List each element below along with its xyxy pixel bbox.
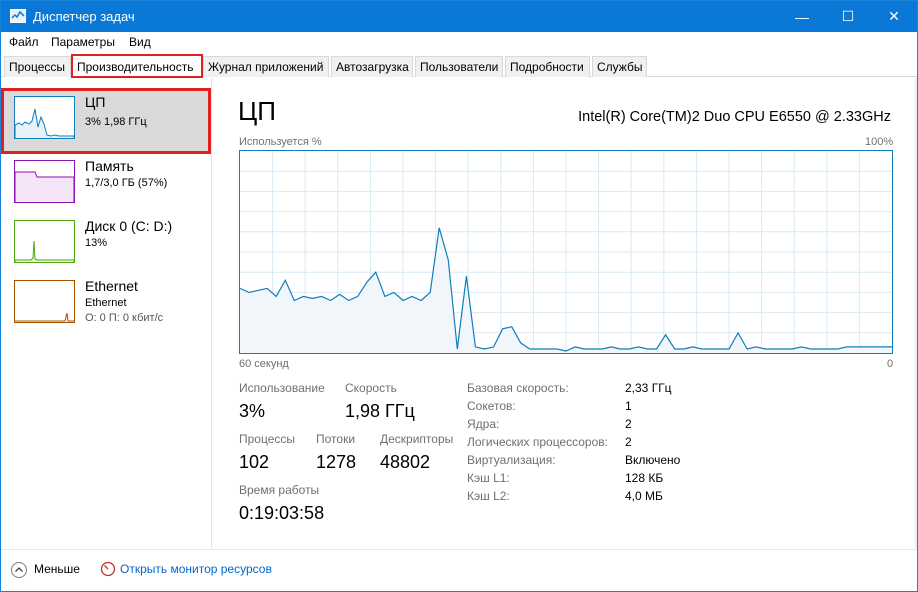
graph-y-label: Используется % (239, 136, 322, 148)
sidebar-ethernet-title: Ethernet (85, 278, 138, 294)
tab-details[interactable]: Подробности (505, 56, 590, 77)
ethernet-thumbnail (14, 280, 75, 323)
resource-sidebar: ЦП 3% 1,98 ГГц Память 1,7/3,0 ГБ (57%) Д… (1, 78, 212, 548)
uptime-label: Время работы (239, 483, 320, 497)
sidebar-ethernet-throughput: О: 0 П: 0 кбит/с (85, 312, 164, 324)
sidebar-item-ethernet[interactable]: Ethernet Ethernet О: 0 П: 0 кбит/с (1, 272, 211, 342)
tab-processes[interactable]: Процессы (4, 56, 71, 77)
task-manager-window: Диспетчер задач — ☐ ✕ Файл Параметры Вид… (0, 0, 918, 592)
minimize-icon: — (795, 8, 809, 25)
sidebar-item-memory[interactable]: Память 1,7/3,0 ГБ (57%) (1, 152, 211, 212)
tab-strip: Процессы Производительность Журнал прило… (1, 52, 917, 78)
prop-virtualization-label: Виртуализация: (467, 453, 556, 467)
maximize-button[interactable]: ☐ (825, 1, 871, 32)
sidebar-disk-title: Диск 0 (C: D:) (85, 218, 173, 234)
prop-cores-value: 2 (625, 417, 632, 431)
sidebar-item-disk[interactable]: Диск 0 (C: D:) 13% (1, 212, 211, 272)
task-manager-icon (10, 9, 26, 23)
prop-cores-label: Ядра: (467, 417, 500, 431)
prop-base-speed-label: Базовая скорость: (467, 381, 569, 395)
tab-startup[interactable]: Автозагрузка (331, 56, 413, 77)
threads-label: Потоки (316, 432, 356, 446)
prop-sockets-label: Сокетов: (467, 399, 516, 413)
cpu-thumbnail (14, 96, 75, 139)
prop-l2-value: 4,0 МБ (625, 489, 663, 503)
sidebar-memory-usage: 1,7/3,0 ГБ (57%) (85, 177, 168, 189)
page-title: ЦП (238, 96, 276, 126)
menu-file[interactable]: Файл (9, 35, 39, 49)
sidebar-disk-usage: 13% (85, 237, 108, 249)
prop-l2-label: Кэш L2: (467, 489, 510, 503)
processes-value: 102 (239, 452, 270, 472)
memory-thumbnail (14, 160, 75, 203)
sidebar-memory-title: Память (85, 158, 134, 174)
prop-l1-label: Кэш L1: (467, 471, 510, 485)
processes-label: Процессы (239, 432, 296, 446)
cpu-graph-svg (239, 151, 892, 353)
utilization-label: Использование (239, 381, 325, 395)
fewer-details-button[interactable]: Меньше (34, 562, 80, 576)
speed-label: Скорость (345, 381, 397, 395)
footer-bar: Меньше Открыть монитор ресурсов (1, 549, 917, 591)
prop-base-speed-value: 2,33 ГГц (625, 381, 672, 395)
resource-monitor-icon[interactable] (100, 561, 116, 577)
utilization-value: 3% (239, 401, 266, 421)
close-button[interactable]: ✕ (871, 1, 917, 32)
sidebar-cpu-usage: 3% 1,98 ГГц (85, 116, 147, 128)
tab-users[interactable]: Пользователи (415, 56, 503, 77)
prop-logical-label: Логических процессоров: (467, 435, 608, 449)
graph-x-min: 0 (887, 358, 894, 370)
tab-performance[interactable]: Производительность (71, 54, 203, 78)
title-bar[interactable]: Диспетчер задач — ☐ ✕ (1, 1, 917, 32)
right-edge (915, 78, 917, 548)
tab-services[interactable]: Службы (592, 56, 647, 77)
sidebar-item-cpu[interactable]: ЦП 3% 1,98 ГГц (1, 88, 211, 154)
window-title: Диспетчер задач (33, 9, 135, 24)
open-resource-monitor-link[interactable]: Открыть монитор ресурсов (120, 562, 272, 576)
chevron-up-icon[interactable] (11, 562, 27, 578)
close-icon: ✕ (888, 8, 900, 24)
minimize-button[interactable]: — (779, 1, 825, 32)
prop-l1-value: 128 КБ (625, 471, 664, 485)
handles-label: Дескрипторы (380, 432, 454, 446)
menu-options[interactable]: Параметры (51, 35, 115, 49)
graph-x-label: 60 секунд (239, 358, 289, 370)
prop-logical-value: 2 (625, 435, 632, 449)
speed-value: 1,98 ГГц (345, 401, 415, 421)
cpu-utilization-graph (239, 150, 893, 354)
prop-virtualization-value: Включено (625, 453, 681, 467)
graph-y-max: 100% (865, 136, 894, 148)
sidebar-cpu-title: ЦП (85, 94, 106, 110)
sidebar-ethernet-adapter: Ethernet (85, 297, 127, 309)
menu-bar: Файл Параметры Вид (1, 32, 917, 52)
maximize-icon: ☐ (841, 8, 855, 24)
menu-view[interactable]: Вид (129, 35, 151, 49)
tab-app-history[interactable]: Журнал приложений (203, 56, 329, 77)
cpu-model-name: Intel(R) Core(TM)2 Duo CPU E6550 @ 2.33G… (578, 109, 891, 125)
threads-value: 1278 (316, 452, 357, 472)
disk-thumbnail (14, 220, 75, 263)
prop-sockets-value: 1 (625, 399, 632, 413)
uptime-value: 0:19:03:58 (239, 503, 325, 523)
handles-value: 48802 (380, 452, 431, 472)
